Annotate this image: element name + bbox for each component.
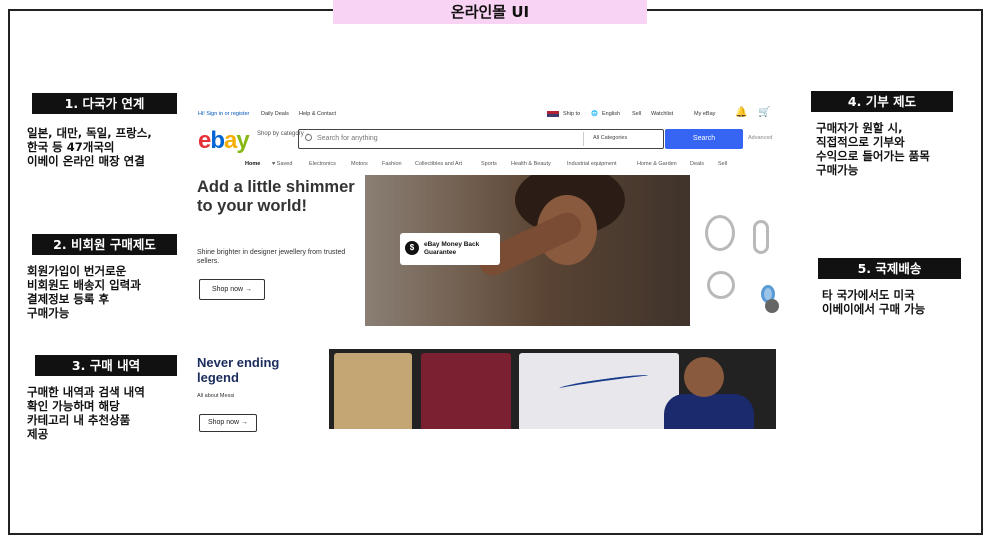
- section-label-intl-shipping: 5. 국제배송: [818, 258, 961, 279]
- nav-item-home-garden[interactable]: Home & Garden: [637, 161, 677, 167]
- search-input[interactable]: Search for anything All Categories: [298, 129, 664, 149]
- ship-to-link[interactable]: Ship to: [563, 111, 580, 117]
- messi-cards-banner: [329, 349, 776, 429]
- bell-icon[interactable]: 🔔: [735, 107, 747, 118]
- ebay-screenshot: Hi! Sign in or register Daily Deals Help…: [195, 105, 780, 435]
- dollar-icon: $: [405, 241, 419, 255]
- nav-item-health-beauty[interactable]: Health & Beauty: [511, 161, 551, 167]
- search-button[interactable]: Search: [665, 129, 743, 149]
- search-icon: [305, 134, 312, 141]
- globe-icon: 🌐: [591, 111, 598, 117]
- model-photo: $ eBay Money Back Guarantee: [365, 175, 690, 326]
- search-placeholder: Search for anything: [317, 135, 378, 142]
- hero-subtitle: Shine brighter in designer jewellery fro…: [197, 249, 346, 265]
- section-desc-multinational: 일본, 대만, 독일, 프랑스, 한국 등 47개국의 이베이 온라인 매장 연…: [27, 126, 152, 168]
- shop-by-label: Shop by category: [257, 131, 304, 137]
- section-desc-guest-purchase: 회원가입이 번거로운 비회원도 배송지 입력과 결제정보 등록 후 구매가능: [27, 264, 141, 320]
- hero-title: Add a little shimmer to your world!: [197, 178, 355, 215]
- necklace-pendant-image: [705, 215, 735, 251]
- us-flag-icon: [547, 111, 559, 117]
- ebay-logo[interactable]: ebay: [198, 127, 250, 155]
- jewellery-products: [697, 175, 780, 326]
- hero-banner-messi[interactable]: Never ending legend All about Messi Shop…: [195, 349, 780, 435]
- section-desc-purchase-history: 구매한 내역과 검색 내역 확인 가능하며 해당 카테고리 내 추천상품 제공: [27, 385, 145, 441]
- category-nav: Home ♥ Saved Electronics Motors Fashion …: [245, 161, 765, 171]
- shop-now-button[interactable]: Shop now →: [199, 279, 265, 300]
- section-label-purchase-history: 3. 구매 내역: [35, 355, 177, 376]
- hero2-title: Never ending legend: [197, 355, 280, 385]
- section-desc-donation: 구매자가 원할 시, 직접적으로 기부와 수익으로 들어가는 품목 구매가능: [816, 121, 930, 177]
- nav-item-electronics[interactable]: Electronics: [309, 161, 336, 167]
- nav-item-sports[interactable]: Sports: [481, 161, 497, 167]
- my-ebay-link[interactable]: My eBay: [694, 111, 715, 117]
- trading-card-2: [421, 353, 511, 429]
- nav-item-saved[interactable]: ♥ Saved: [272, 161, 292, 167]
- nav-item-industrial[interactable]: Industrial equipment: [567, 161, 617, 167]
- autograph-card: [519, 353, 679, 429]
- category-select[interactable]: All Categories: [593, 135, 627, 141]
- nav-item-fashion[interactable]: Fashion: [382, 161, 402, 167]
- pause-icon[interactable]: [765, 299, 779, 313]
- nav-item-collectibles[interactable]: Collectibles and Art: [415, 161, 462, 167]
- page-title: 온라인몰 UI: [333, 0, 647, 24]
- daily-deals-link[interactable]: Daily Deals: [261, 111, 289, 117]
- badge-text: eBay Money Back Guarantee: [424, 241, 480, 256]
- help-contact-link[interactable]: Help & Contact: [299, 111, 336, 117]
- sign-in-link[interactable]: Hi! Sign in or register: [198, 111, 249, 117]
- nav-item-deals[interactable]: Deals: [690, 161, 704, 167]
- nav-item-sell[interactable]: Sell: [718, 161, 727, 167]
- player-shape: [684, 357, 724, 397]
- advanced-search-link[interactable]: Advanced: [748, 135, 772, 141]
- cart-icon[interactable]: 🛒: [758, 107, 770, 118]
- trading-card-1: [334, 353, 412, 429]
- section-label-donation: 4. 기부 제도: [811, 91, 953, 112]
- language-selector[interactable]: English: [602, 111, 620, 117]
- ebay-topbar: Hi! Sign in or register Daily Deals Help…: [195, 105, 780, 123]
- nav-item-motors[interactable]: Motors: [351, 161, 368, 167]
- bangle-image: [753, 220, 769, 254]
- section-desc-intl-shipping: 타 국가에서도 미국 이베이에서 구매 가능: [822, 288, 926, 316]
- section-label-guest-purchase: 2. 비회원 구매제도: [32, 234, 177, 255]
- nav-item-home[interactable]: Home: [245, 161, 260, 167]
- hero-banner-jewellery[interactable]: Add a little shimmer to your world! Shin…: [195, 175, 780, 327]
- shop-now-button-2[interactable]: Shop now →: [199, 414, 257, 432]
- ring-image: [707, 271, 735, 299]
- search-divider: [583, 132, 584, 146]
- jersey-shape: [664, 394, 754, 429]
- sell-link[interactable]: Sell: [632, 111, 641, 117]
- watchlist-link[interactable]: Watchlist: [651, 111, 673, 117]
- money-back-badge: $ eBay Money Back Guarantee: [400, 233, 500, 265]
- hero2-subtitle: All about Messi: [197, 393, 235, 399]
- section-label-multinational: 1. 다국가 연계: [32, 93, 177, 114]
